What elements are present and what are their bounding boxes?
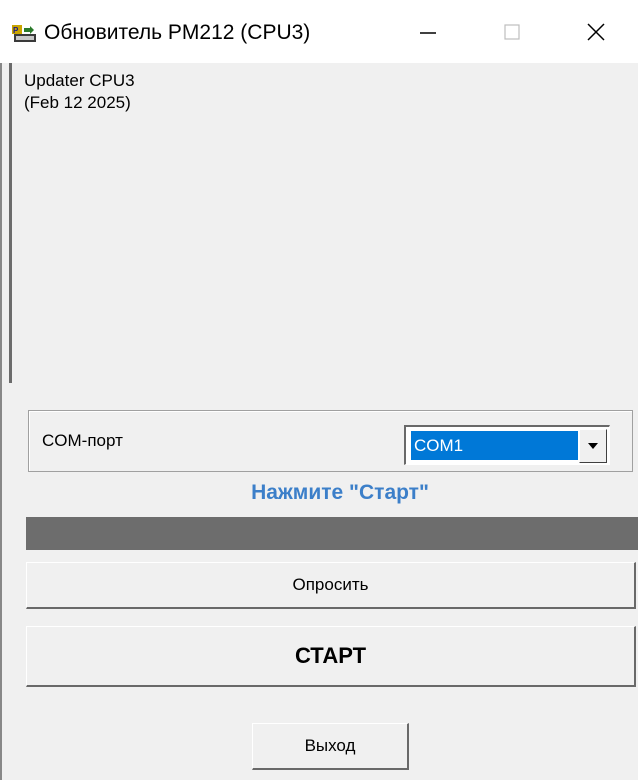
minimize-button[interactable] (386, 0, 470, 63)
dropdown-button[interactable] (579, 429, 607, 463)
app-icon: P (12, 25, 36, 42)
window-title: Обновитель PM212 (CPU3) (44, 21, 311, 44)
maximize-icon (504, 23, 520, 40)
start-button[interactable]: СТАРТ (26, 626, 636, 687)
minimize-icon (420, 31, 436, 34)
close-button[interactable] (554, 0, 638, 63)
com-port-label: COM-порт (42, 431, 123, 450)
svg-text:P: P (13, 26, 19, 35)
close-icon (587, 22, 605, 41)
title-bar[interactable]: P Обновитель PM212 (CPU3) (0, 0, 638, 63)
chevron-down-icon (588, 443, 598, 449)
status-text: Нажмите "Старт" (251, 481, 429, 504)
log-line: (Feb 12 2025) (24, 93, 131, 112)
maximize-button[interactable] (470, 0, 554, 63)
progress-bar (26, 517, 638, 550)
window-border (0, 63, 2, 780)
com-port-select[interactable]: COM1 (404, 425, 610, 465)
exit-button[interactable]: Выход (252, 723, 409, 770)
poll-button[interactable]: Опросить (26, 562, 636, 609)
log-panel[interactable]: Updater CPU3 (Feb 12 2025) (9, 63, 638, 383)
log-line: Updater CPU3 (24, 71, 135, 90)
com-port-selected-value: COM1 (411, 431, 578, 460)
